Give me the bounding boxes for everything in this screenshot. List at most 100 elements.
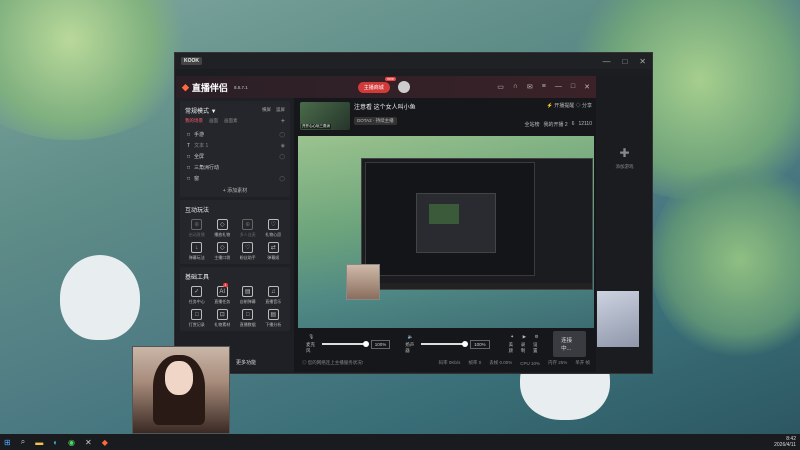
right-panel-image [597, 291, 639, 347]
status-cpu: CPU 10% [520, 360, 540, 366]
tool-interactive-0[interactable]: ⊕ 启动直播 [185, 219, 209, 238]
stat-rank[interactable]: 全站榜 [524, 121, 539, 128]
mail-icon[interactable]: ✉ [527, 83, 533, 91]
scene-tabs: 我的场景 画面 画面素 + [185, 118, 285, 125]
wechat-icon[interactable]: ◉ [68, 438, 75, 447]
preview-nested-window [416, 193, 496, 253]
room-title[interactable]: 注意看 这个女人叫小鱼 [354, 102, 416, 111]
mic-volume-value[interactable]: 100% [370, 339, 391, 349]
connect-button[interactable]: 连接中... [553, 331, 586, 357]
room-actions[interactable]: ⚡ 开播提醒 ◇ 分享 [524, 102, 592, 109]
mic-label: 麦克风 [306, 342, 315, 353]
kook-icon[interactable]: ✕ [85, 438, 92, 447]
anchor-mall-button[interactable]: 主播商城 new [357, 76, 396, 93]
room-category[interactable]: DOTA2 · 持续主播 [354, 117, 397, 125]
tab-my-scenes[interactable]: 我的场景 [185, 118, 203, 125]
scene-item[interactable]: □ 全屏 ◯ [185, 151, 285, 162]
tool-basic-0[interactable]: ✓ 任务中心 [185, 286, 209, 305]
speaker-control[interactable]: 🔈 扬声器 [405, 334, 416, 354]
user-avatar[interactable] [397, 81, 410, 93]
add-game-label[interactable]: 添加游戏 [597, 164, 652, 170]
mic-icon[interactable]: 🎙 [309, 334, 315, 340]
scene-name: 窗 [194, 176, 200, 182]
tool-basic-4[interactable]: □ 打赏记录 [185, 309, 209, 328]
close-icon[interactable]: ✕ [584, 83, 590, 91]
message-icon[interactable]: ▭ [497, 83, 504, 91]
tool-interactive-7[interactable]: ⇄ 弹幕姬 [262, 242, 286, 261]
add-scene-icon[interactable]: + [281, 118, 285, 125]
stat-my-stream[interactable]: 我的开播 2 [544, 121, 568, 128]
mic-control[interactable]: 🎙 麦克风 [306, 334, 317, 354]
scene-item[interactable]: □ 窗 ◯ [185, 173, 285, 184]
tool-basic-2[interactable]: ▤ 自制弹幕 [236, 286, 260, 305]
record-button[interactable]: ▶ 录制 [521, 334, 528, 354]
settings-button[interactable]: ⚙ 设置 [533, 334, 540, 354]
app-name: 直播伴侣 [191, 82, 228, 93]
tool-icon: ◇ [216, 242, 228, 253]
tool-interactive-2[interactable]: ⊕ 多人连麦 [236, 219, 260, 238]
tool-interactive-3[interactable]: ♡ 礼物心愿 [262, 219, 286, 238]
maximize-window-button[interactable]: □ [622, 57, 627, 66]
maximize-icon[interactable]: □ [571, 83, 575, 91]
tool-basic-5[interactable]: ⊡ 礼物素材 [211, 309, 235, 328]
system-clock[interactable]: 8:42 2026/4/11 [774, 436, 796, 448]
lock-icon[interactable]: ◯ [279, 132, 285, 138]
speaker-slider[interactable] [421, 341, 469, 347]
tool-interactive-1[interactable]: ◇ 播放礼物 [211, 219, 235, 238]
notification-badge: 1 [223, 283, 228, 287]
eye-icon[interactable]: ◉ [281, 143, 285, 149]
scene-name: 全屏 [194, 154, 205, 160]
mic-slider-knob[interactable] [362, 341, 369, 347]
lock-icon[interactable]: ◯ [279, 176, 285, 182]
room-cover[interactable]: 开开心心玩三角洲 [300, 102, 350, 130]
tool-interactive-5[interactable]: ◇ 主播口袋 [211, 242, 235, 261]
close-window-button[interactable]: ✕ [639, 57, 646, 66]
speaker-icon[interactable]: 🔈 [408, 334, 414, 340]
app-header: ◆ 直播伴侣 8.5.7.1 主播商城 new ▭ ∩ ✉ ≡ — □ ✕ [176, 76, 596, 98]
add-material-button[interactable]: + 添加素材 [185, 187, 285, 194]
main-area: 开开心心玩三角洲 注意看 这个女人叫小鱼 DOTA2 · 持续主播 ⚡ 开播提醒… [296, 98, 596, 372]
stream-preview[interactable] [298, 136, 594, 328]
lock-icon[interactable]: ◯ [279, 154, 285, 160]
tool-label: 启动直播 [188, 232, 205, 237]
landscape-button[interactable]: 横屏 [262, 107, 271, 113]
gamepad-icon[interactable]: ✚ [618, 146, 632, 160]
speaker-volume-value[interactable]: 100% [470, 339, 490, 349]
tool-label: 礼物心愿 [265, 232, 282, 237]
app-icon[interactable]: ◆ [102, 438, 108, 447]
audio-controls: 🎙 麦克风 100% 🔈 扬声器 100% ✦ 美颜 ▶ 录制 ⚙ 设置 连接中... [298, 331, 594, 357]
tool-interactive-4[interactable]: ↓ 弹幕玩法 [185, 242, 209, 261]
tool-basic-6[interactable]: □ 直播数据 [236, 309, 260, 328]
tool-basic-7[interactable]: ▤ 下播分析 [262, 309, 286, 328]
tool-interactive-6[interactable]: ♡ 粉丝助手 [236, 242, 260, 261]
minimize-icon[interactable]: — [555, 83, 562, 91]
settings-icon[interactable]: ≡ [542, 83, 546, 91]
scene-item[interactable]: □ 手游 ◯ [185, 129, 285, 140]
windows-start-icon[interactable]: ⊞ [4, 438, 11, 447]
scene-name: 三角洲行动 [194, 165, 220, 171]
scene-item[interactable]: T 文本 1 ◉ [185, 140, 285, 151]
tool-basic-3[interactable]: ♫ 直播音乐 [262, 286, 286, 305]
portrait-button[interactable]: 竖屏 [276, 107, 285, 113]
edge-icon[interactable]: ◐ [53, 438, 58, 447]
mode-dropdown[interactable]: 常规模式 ▼ [185, 106, 217, 115]
scene-list: □ 手游 ◯ T 文本 1 ◉ □ 全屏 ◯ □ 三角洲行动 □ 窗 ◯ [185, 129, 285, 184]
anchor-mall-label: 主播商城 [363, 84, 384, 91]
scene-item[interactable]: □ 三角洲行动 [185, 162, 285, 173]
tool-label: 礼物素材 [214, 322, 231, 327]
file-explorer-icon[interactable]: ▬ [35, 438, 43, 447]
more-features-button[interactable]: 更多功能 [236, 359, 256, 366]
search-icon[interactable]: ⌕ [21, 437, 25, 447]
tab-canvas[interactable]: 画面 [209, 118, 218, 125]
speaker-slider-fill [421, 343, 466, 345]
speaker-slider-knob[interactable] [462, 341, 469, 347]
minimize-window-button[interactable]: — [602, 57, 610, 66]
tool-basic-1[interactable]: AI 1 直播任务 [211, 283, 235, 305]
beauty-button[interactable]: ✦ 美颜 [509, 334, 516, 354]
headset-icon[interactable]: ∩ [513, 83, 518, 91]
mic-slider[interactable] [321, 341, 369, 347]
status-memory: 内存 25% [547, 360, 568, 365]
tool-icon: ⊕ [242, 219, 254, 230]
tab-canvas-material[interactable]: 画面素 [224, 118, 238, 125]
tool-label: 直播任务 [214, 299, 231, 304]
